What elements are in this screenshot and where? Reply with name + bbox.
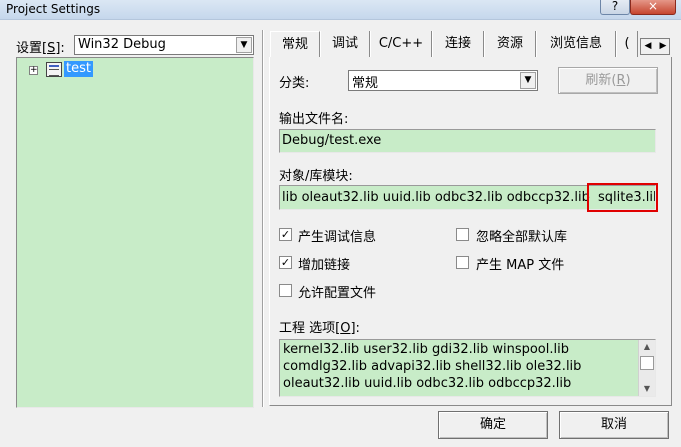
checkbox-generate-map-file[interactable] (456, 256, 469, 269)
window-title: Project Settings (6, 2, 101, 16)
chevron-down-icon[interactable]: ▼ (236, 37, 252, 53)
options-line: comdlg32.lib advapi32.lib shell32.lib ol… (283, 359, 582, 374)
output-file-label: 输出文件名: (279, 112, 349, 127)
modules-text: lib oleaut32.lib uuid.lib odbc32.lib odb… (282, 190, 590, 205)
chevron-left-icon[interactable]: ◀ (641, 39, 655, 54)
tab-scroll-buttons: ◀ ▶ (640, 38, 670, 55)
scroll-up-icon[interactable]: ▲ (639, 340, 655, 354)
help-button[interactable]: ? (600, 0, 630, 15)
close-button[interactable]: × (630, 0, 676, 15)
chevron-down-icon[interactable]: ▼ (520, 72, 536, 89)
scroll-down-icon[interactable]: ▼ (639, 382, 655, 396)
checkbox-generate-debug-info[interactable]: ✓ (279, 228, 292, 241)
category-label: 分类: (279, 76, 310, 91)
tree-item-test[interactable]: test (64, 61, 93, 77)
tab-browse-info[interactable]: 浏览信息 (536, 31, 616, 57)
checkbox-label: 忽略全部默认库 (476, 230, 568, 245)
ok-button[interactable]: 确定 (438, 411, 548, 439)
checkbox-ignore-default-libs[interactable] (456, 228, 469, 241)
checkbox-label: 产生调试信息 (298, 230, 377, 245)
tab-resources[interactable]: 资源 (484, 31, 536, 57)
modules-label: 对象/库模块: (279, 169, 353, 184)
checkbox-incremental-link[interactable]: ✓ (279, 256, 292, 269)
tab-debug[interactable]: 调试 (320, 31, 370, 57)
checkbox-enable-profiling[interactable] (279, 284, 292, 297)
settings-label: 设置[S]: (16, 41, 65, 56)
highlight-box (587, 183, 658, 212)
output-file-input[interactable]: Debug/test.exe (279, 129, 656, 153)
project-tree[interactable]: + test (16, 57, 254, 408)
refresh-button[interactable]: 刷新(R) (558, 67, 658, 94)
title-bar: Project Settings ? × (0, 0, 681, 20)
options-line: oleaut32.lib uuid.lib odbc32.lib odbccp3… (283, 376, 572, 391)
project-icon (46, 62, 62, 77)
category-value: 常规 (352, 76, 379, 91)
tab-general[interactable]: 常规 (270, 31, 320, 57)
checkbox-label: 产生 MAP 文件 (476, 258, 565, 273)
cancel-button[interactable]: 取消 (559, 411, 669, 439)
chevron-right-icon[interactable]: ▶ (656, 39, 670, 54)
configuration-select[interactable]: Win32 Debug ▼ (74, 35, 254, 55)
project-options-label: 工程 选项[O]: (279, 321, 360, 336)
scroll-thumb[interactable] (640, 356, 654, 370)
tab-link[interactable]: 连接 (432, 31, 484, 57)
tab-more[interactable]: ( (616, 31, 638, 57)
checkbox-label: 增加链接 (298, 258, 351, 273)
tab-cpp[interactable]: C/C++ (370, 31, 432, 57)
pane-divider (262, 30, 264, 407)
category-select[interactable]: 常规 ▼ (348, 70, 538, 91)
project-options-textarea[interactable]: kernel32.lib user32.lib gdi32.lib winspo… (279, 339, 656, 397)
checkbox-label: 允许配置文件 (298, 286, 377, 301)
options-scrollbar[interactable]: ▲ ▼ (638, 340, 655, 396)
configuration-value: Win32 Debug (78, 37, 166, 52)
options-line: kernel32.lib user32.lib gdi32.lib winspo… (283, 342, 569, 357)
tree-expander-icon[interactable]: + (29, 66, 38, 75)
